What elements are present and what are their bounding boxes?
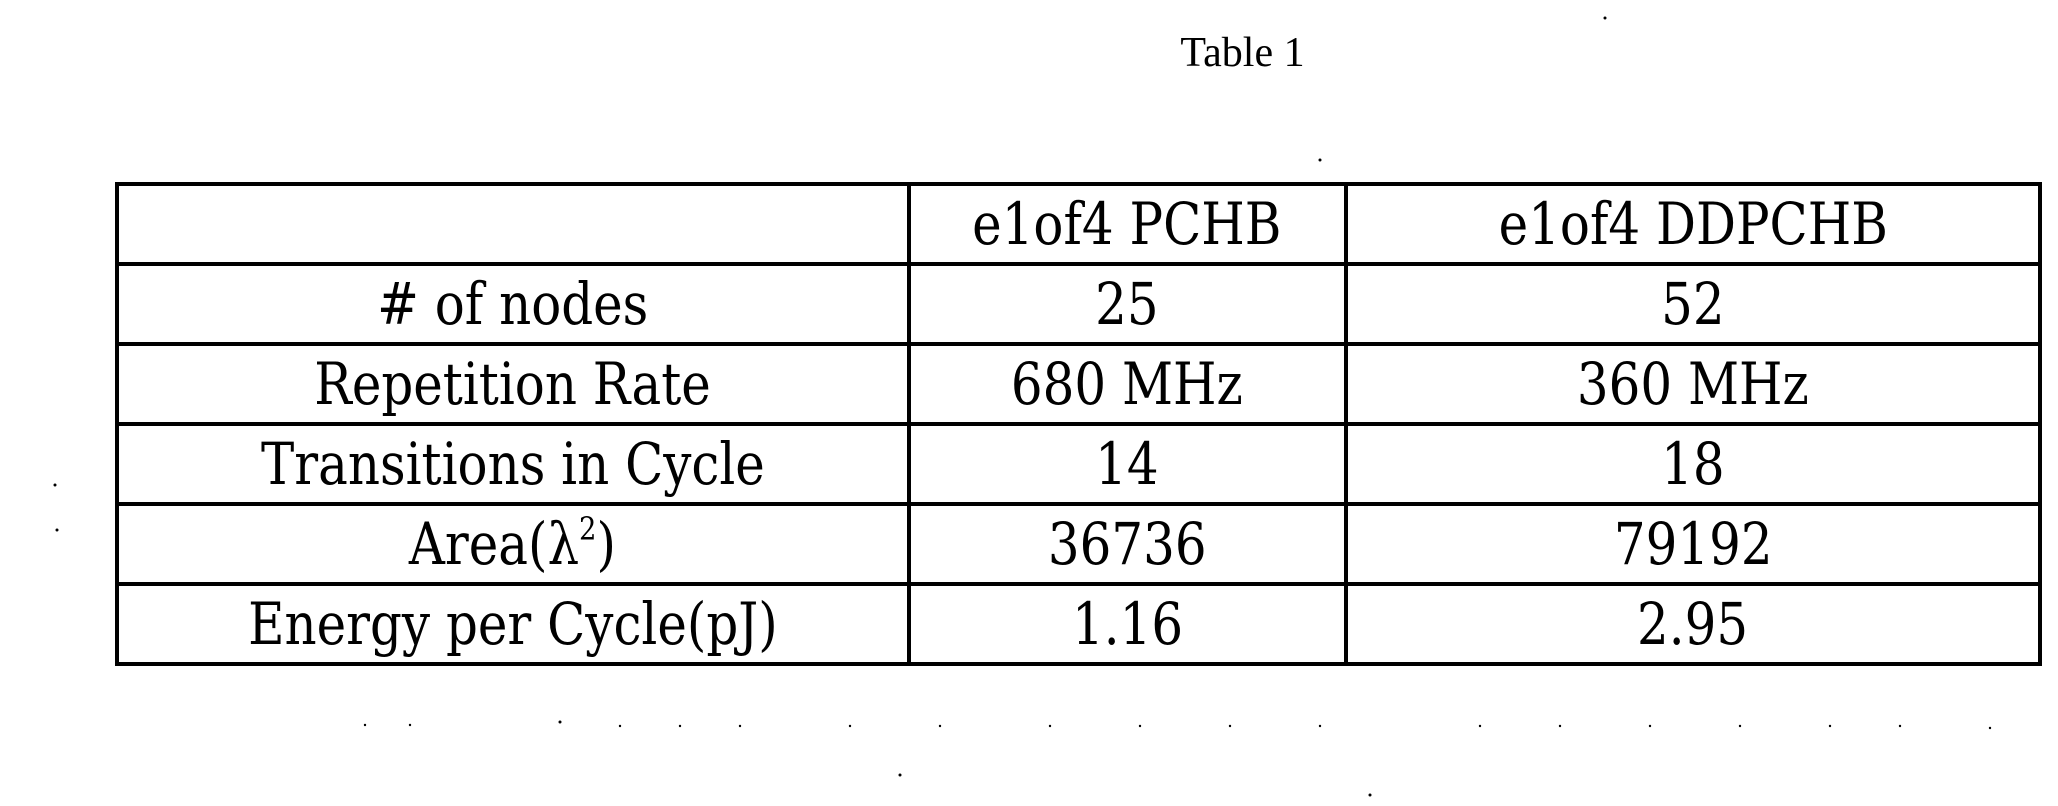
table-row: # of nodes 25 52 xyxy=(115,262,2043,346)
header-cell-empty xyxy=(115,182,911,266)
comparison-table: e1of4 PCHB e1of4 DDPCHB # of nodes 25 52… xyxy=(115,182,2043,666)
row-label-cell: Energy per Cycle(pJ) xyxy=(115,582,911,666)
table-row: Transitions in Cycle 14 18 xyxy=(115,422,2043,506)
row-label: Transitions in Cycle xyxy=(260,430,765,498)
value-cell: 36736 xyxy=(906,502,1348,586)
exponent: 2 xyxy=(579,510,597,549)
value-cell: 18 xyxy=(1343,422,2043,506)
row-label-cell: Area(λ2) xyxy=(115,502,911,586)
value-cell: 79192 xyxy=(1343,502,2043,586)
header-label: e1of4 DDPCHB xyxy=(1498,190,1888,258)
value-cell: 360 MHz xyxy=(1343,342,2043,426)
value-cell: 14 xyxy=(906,422,1348,506)
header-cell-ddpchb: e1of4 DDPCHB xyxy=(1343,182,2043,266)
row-label: Repetition Rate xyxy=(314,350,712,418)
header-label: e1of4 PCHB xyxy=(972,190,1282,258)
table-row: Area(λ2) 36736 79192 xyxy=(115,502,2043,586)
row-label: Energy per Cycle(pJ) xyxy=(247,590,778,658)
header-cell-pchb: e1of4 PCHB xyxy=(906,182,1348,266)
value-cell: 1.16 xyxy=(906,582,1348,666)
value-cell: 25 xyxy=(906,262,1348,346)
table-row: Repetition Rate 680 MHz 360 MHz xyxy=(115,342,2043,426)
row-label: # of nodes xyxy=(377,270,649,338)
table-header-row: e1of4 PCHB e1of4 DDPCHB xyxy=(115,182,2043,266)
table-row: Energy per Cycle(pJ) 1.16 2.95 xyxy=(115,582,2043,666)
row-label-cell: Transitions in Cycle xyxy=(115,422,911,506)
value-cell: 2.95 xyxy=(1343,582,2043,666)
table-caption: Table 1 xyxy=(1180,30,1305,76)
value-cell: 680 MHz xyxy=(906,342,1348,426)
row-label: Area(λ2) xyxy=(409,510,617,578)
row-label-cell: # of nodes xyxy=(115,262,911,346)
value-cell: 52 xyxy=(1343,262,2043,346)
row-label-cell: Repetition Rate xyxy=(115,342,911,426)
